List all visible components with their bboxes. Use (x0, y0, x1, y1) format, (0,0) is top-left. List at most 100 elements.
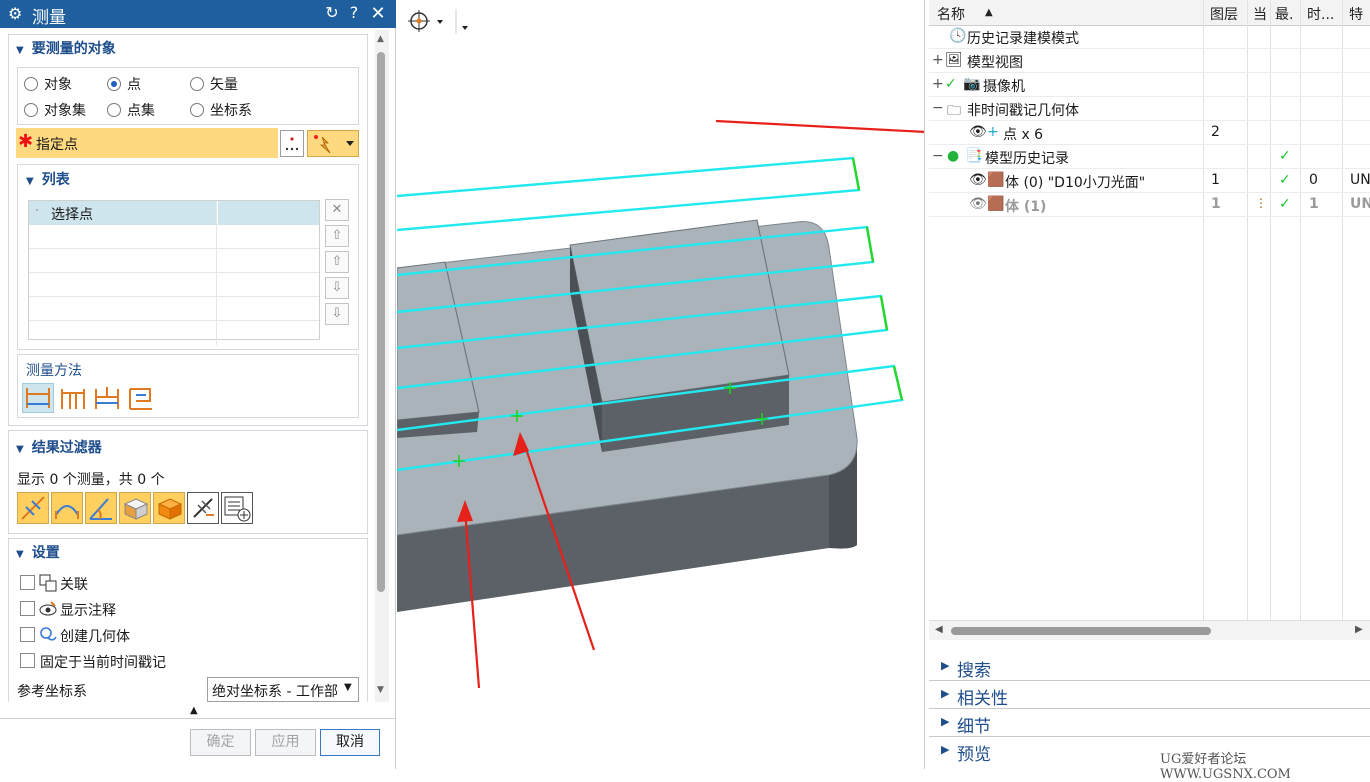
divider (0, 718, 396, 719)
method-title: 测量方法 (26, 363, 82, 379)
reset-icon[interactable]: ↻ (322, 3, 342, 22)
radio-point-set[interactable]: 点集 (107, 100, 155, 120)
col-name[interactable]: 名称 (937, 4, 965, 24)
settings-group-header[interactable]: ▼ 设置 (16, 542, 60, 562)
scroll-thumb (951, 627, 1211, 635)
help-icon[interactable]: ? (344, 3, 364, 22)
wire-green-edges (851, 157, 904, 401)
ref-csys-select[interactable]: 绝对坐标系 - 工作部 ▼ (207, 677, 359, 702)
angle-filter-icon (89, 498, 112, 520)
panel-dependencies[interactable]: ▶ 相关性 (929, 682, 1370, 709)
col-time[interactable]: 时... (1307, 4, 1334, 24)
collapse-up-icon[interactable]: ▲ (190, 705, 198, 716)
point-list-table: · 选择点 (28, 200, 320, 345)
point-icon: + (987, 124, 999, 140)
filter-group-header[interactable]: ▼ 结果过滤器 (16, 437, 102, 457)
scroll-thumb[interactable] (377, 52, 385, 592)
create-geometry-label: 创建几何体 (60, 629, 130, 645)
screen-method-icon (95, 387, 119, 409)
tree-row-points[interactable]: 👁 + 点 x 6 2 (929, 121, 1370, 145)
scroll-right-icon: ▶ (1355, 624, 1363, 635)
misc-filter-icon (193, 498, 214, 518)
method-distance-button[interactable] (22, 383, 54, 413)
create-geometry-checkbox[interactable] (20, 627, 35, 642)
filter-add-button[interactable] (221, 492, 253, 524)
tree-row-non-timestamp[interactable]: − 🗀 非时间戳记几何体 (929, 97, 1370, 121)
tree-row-body-0[interactable]: 👁 🟫 体 (0) "D10小刀光面" 1 ✓ 0 UN (929, 169, 1370, 193)
remove-icon[interactable]: ✕ (325, 199, 349, 221)
show-annotation-checkbox[interactable] (20, 601, 35, 616)
panel-search[interactable]: ▶ 搜索 (929, 654, 1370, 681)
filter-distance-button[interactable] (17, 492, 49, 524)
part-navigator: 名称 ▲ 图层 当 最. 时... 特 🕓 历史记录建模模式 + 🖼 模型视图 … (924, 0, 1370, 769)
radio-point[interactable]: 点 (107, 74, 141, 94)
associative-checkbox[interactable] (20, 575, 35, 590)
list-group-title: 列表 (41, 172, 70, 188)
watermark-text: UG爱好者论坛 WWW.UGSNX.COM (1160, 752, 1291, 782)
object-group-header[interactable]: ▼ 要测量的对象 (16, 38, 116, 58)
eye-icon: 👁 (969, 124, 987, 140)
geometry-icon (40, 627, 57, 641)
close-icon[interactable]: ✕ (368, 3, 388, 24)
radio-object-set[interactable]: 对象集 (24, 100, 86, 120)
method-screen-button[interactable] (92, 383, 124, 413)
scroll-up-icon[interactable]: ▲ (377, 34, 384, 44)
navigator-hscrollbar[interactable]: ◀ ▶ (929, 620, 1370, 640)
dialog-titlebar: ⚙ 测量 ↻ ? ✕ (0, 0, 396, 28)
move-down-icon[interactable]: ⇩ (325, 277, 349, 299)
col-feature[interactable]: 特 (1349, 4, 1363, 24)
collapse-icon: − (932, 148, 944, 164)
list-row[interactable] (29, 321, 319, 345)
method-length-button[interactable] (126, 383, 158, 413)
eye-hidden-icon: 👁 (969, 196, 987, 212)
col-current[interactable]: 当 (1253, 4, 1267, 24)
associative-icon (39, 574, 57, 592)
tree-row-model-views[interactable]: + 🖼 模型视图 (929, 49, 1370, 73)
move-bottom-icon[interactable]: ⇩ (325, 303, 349, 325)
list-row[interactable] (29, 249, 319, 273)
radio-csys[interactable]: 坐标系 (190, 100, 252, 120)
curve-length-filter-icon (55, 505, 79, 519)
panel-details[interactable]: ▶ 细节 (929, 710, 1370, 737)
graphics-viewport[interactable] (397, 0, 924, 769)
sort-up-icon: ▲ (985, 7, 993, 18)
filter-volume-button[interactable] (153, 492, 185, 524)
radio-object[interactable]: 对象 (24, 74, 72, 94)
apply-button[interactable]: 应用 (255, 729, 316, 756)
list-row[interactable] (29, 225, 319, 249)
specify-point-label: 指定点 (36, 137, 78, 153)
distance-filter-icon (21, 496, 45, 520)
cancel-button[interactable]: 取消 (320, 729, 380, 756)
filter-curve-button[interactable] (51, 492, 83, 524)
move-top-icon[interactable]: ⇧ (325, 225, 349, 247)
fixed-timestamp-checkbox[interactable] (20, 653, 35, 668)
distance-method-icon (26, 388, 50, 408)
col-layer[interactable]: 图层 (1210, 4, 1238, 24)
filter-area-button[interactable] (119, 492, 151, 524)
list-group-header[interactable]: ▼ 列表 (26, 169, 70, 189)
list-row[interactable] (29, 273, 319, 297)
projected-method-icon (61, 389, 85, 409)
dialog-scrollbar[interactable]: ▲ ▼ (375, 30, 389, 702)
move-up-icon[interactable]: ⇧ (325, 251, 349, 273)
expand-icon: + (932, 52, 944, 68)
col-latest[interactable]: 最. (1275, 4, 1293, 24)
collapse-icon: − (932, 100, 944, 116)
tree-row-cameras[interactable]: + ✓ 📷 摄像机 (929, 73, 1370, 97)
collapse-icon: ▼ (16, 444, 24, 455)
filter-angle-button[interactable] (85, 492, 117, 524)
ok-button[interactable]: 确定 (190, 729, 251, 756)
filter-misc-button[interactable] (187, 492, 219, 524)
snap-point-dropdown[interactable] (307, 130, 359, 157)
scroll-down-icon[interactable]: ▼ (377, 685, 384, 695)
point-dialog-button[interactable] (280, 130, 304, 157)
timestamp-icon: ⋮ (1255, 196, 1267, 210)
specify-point-row[interactable]: ✱ 指定点 (16, 128, 278, 158)
tree-row-body-1[interactable]: 👁 🟫 体 (1) 1 ⋮ ✓ 1 UN (929, 193, 1370, 217)
tree-row-model-history[interactable]: − ● 📑 模型历史记录 ✓ (929, 145, 1370, 169)
method-projected-button[interactable] (58, 383, 90, 413)
tree-row-history-mode[interactable]: 🕓 历史记录建模模式 (929, 25, 1370, 49)
radio-vector[interactable]: 矢量 (190, 74, 238, 94)
list-row[interactable] (29, 297, 319, 321)
list-row[interactable]: · 选择点 (29, 201, 319, 225)
